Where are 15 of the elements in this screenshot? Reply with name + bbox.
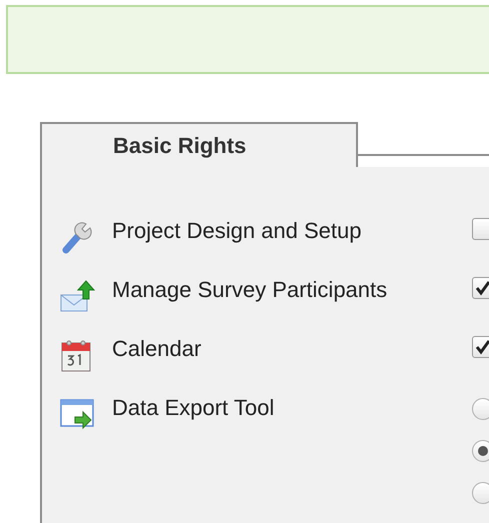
calendar-icon [60, 338, 92, 372]
tab[interactable]: Basic Rights [40, 122, 358, 167]
radio-button[interactable] [472, 482, 489, 504]
right-label: Calendar [112, 336, 202, 362]
radio-button[interactable] [472, 440, 489, 462]
checkbox[interactable] [472, 336, 489, 358]
right-label: Project Design and Setup [112, 218, 362, 244]
checkbox[interactable] [472, 218, 489, 240]
window-arrow-icon [60, 397, 96, 431]
envelope-icon [60, 279, 96, 313]
wrench-icon [60, 220, 94, 254]
right-label: Manage Survey Participants [112, 277, 388, 303]
checkbox[interactable] [472, 277, 489, 299]
radio-button[interactable] [472, 398, 489, 420]
right-label: Data Export Tool [112, 395, 276, 421]
